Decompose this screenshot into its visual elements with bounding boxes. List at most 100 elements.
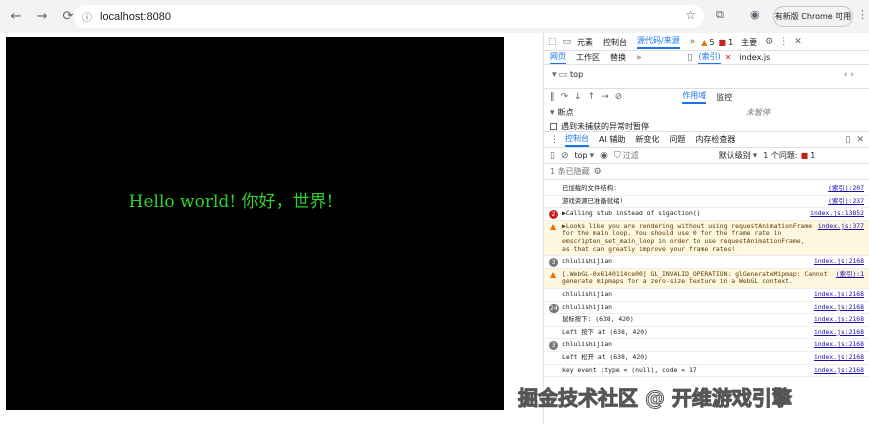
pause-icon[interactable]: ‖ — [550, 92, 555, 102]
devtools-tabbar: ⬚ ▭ 元素 控制台 源代码/来源 » ▲ 5 ■ 1 主要 ⚙ ⋮ ✕ — [544, 35, 869, 49]
hidden-messages-row: 1 条已隐藏 ⚙ — [544, 166, 869, 177]
close-devtools-icon[interactable]: ✕ — [794, 37, 802, 47]
drawer-tab-memory[interactable]: 内存检查器 — [695, 134, 735, 145]
console-warning[interactable]: ▲ [.WebGL-0x6140114ce00] GL_INVALID_OPERA… — [544, 268, 869, 289]
address-bar[interactable]: ⓘ localhost:8080 ☆ — [74, 5, 704, 28]
filter-input[interactable]: 过滤 — [623, 150, 719, 161]
levels-select[interactable]: 默认级别 — [719, 150, 751, 161]
console-message[interactable]: 已加载的文件结构: (索引):207 — [544, 183, 869, 196]
bookmark-star-icon[interactable]: ☆ — [685, 8, 696, 22]
context-dropdown-icon[interactable]: ▾ — [590, 151, 595, 161]
format-icon[interactable]: ‹ › — [844, 70, 854, 80]
drawer-tab-changes[interactable]: 新变化 — [635, 134, 659, 145]
breakpoints-section[interactable]: ▾ 断点 未暂停 — [544, 107, 869, 118]
pause-uncaught-checkbox[interactable] — [550, 123, 557, 130]
console-message[interactable]: 游戏资源已准备就绪! (索引):237 — [544, 196, 869, 209]
profile-icon[interactable]: ◉ — [750, 8, 760, 21]
console-message[interactable]: key event :type = (null), code = 17 index… — [544, 365, 869, 378]
console-message[interactable]: Left 松开 at (638, 420) index.js:2168 — [544, 352, 869, 365]
console-message[interactable]: Left 按下 at (638, 420) index.js:2168 — [544, 327, 869, 340]
filter-icon: ⛉ — [614, 150, 621, 161]
file-tab-index[interactable]: (索引) — [698, 51, 721, 65]
drawer-tab-ai[interactable]: AI 辅助 — [599, 134, 625, 145]
console-message[interactable]: 2 ▶Calling stub instead of sigaction() ind… — [544, 208, 869, 221]
tab-sources[interactable]: 源代码/来源 — [637, 35, 680, 49]
message-text: Left 松开 at (638, 420) — [562, 352, 648, 361]
issues-count[interactable]: 1 — [810, 151, 815, 160]
tab-watch[interactable]: 监控 — [716, 92, 732, 103]
toggle-navigator-icon[interactable]: ▯ — [688, 53, 693, 63]
source-link[interactable]: index.js:2168 — [814, 341, 864, 349]
source-link[interactable]: index.js:2168 — [814, 290, 864, 299]
tab-scope[interactable]: 作用域 — [682, 90, 707, 104]
tree-top-row[interactable]: ▾ ▭ top ‹ › — [544, 69, 869, 80]
inspect-icon[interactable]: ⬚ — [548, 37, 557, 47]
theme-label[interactable]: 主要 — [741, 37, 757, 48]
step-out-icon[interactable]: ↑ — [588, 92, 596, 102]
live-expression-icon[interactable]: ◉ — [600, 151, 608, 161]
breakpoints-label: 断点 — [557, 108, 574, 117]
clear-console-icon[interactable]: ⊘ — [561, 151, 569, 161]
update-chrome-button[interactable]: 有新版 Chrome 可用 — [773, 6, 853, 27]
tab-elements[interactable]: 元素 — [577, 37, 593, 48]
message-text: ▶Looks like you are rendering without us… — [562, 221, 816, 253]
tab-console[interactable]: 控制台 — [603, 37, 627, 48]
console-message[interactable]: 24 chlulishijian index.js:2168 — [544, 302, 869, 315]
drawer-tab-issues[interactable]: 问题 — [669, 134, 685, 145]
console-message[interactable]: chlulishijian index.js:2168 — [544, 289, 869, 302]
console-message[interactable]: 3 chlulishijian index.js:2168 — [544, 339, 869, 352]
back-button[interactable]: ← — [6, 7, 26, 27]
source-link[interactable]: (索引):207 — [828, 184, 864, 193]
game-canvas[interactable]: Hello world! 你好，世界! — [6, 37, 504, 410]
source-link[interactable]: index.js:377 — [818, 222, 864, 253]
device-toolbar-icon[interactable]: ▭ — [563, 37, 572, 47]
tree-top-label: top — [570, 70, 584, 79]
source-link[interactable]: index.js:2168 — [814, 328, 864, 337]
settings-icon[interactable]: ⚙ — [765, 37, 773, 47]
drawer-menu-icon[interactable]: ⋮ — [550, 135, 559, 145]
close-drawer-icon[interactable]: ✕ — [856, 135, 864, 145]
close-tab-icon[interactable]: ✕ — [725, 53, 732, 62]
source-link[interactable]: index.js:2168 — [814, 353, 864, 362]
file-tab-indexjs[interactable]: index.js — [739, 53, 770, 62]
source-link[interactable]: index.js:2168 — [814, 316, 864, 324]
warning-count[interactable]: 5 — [709, 38, 714, 47]
message-text: chlulishijian — [562, 257, 613, 266]
source-link[interactable]: index.js:13852 — [810, 210, 864, 218]
repeat-count-badge: 3 — [549, 341, 558, 351]
source-link[interactable]: index.js:2168 — [814, 258, 864, 266]
more-tabs-icon[interactable]: » — [690, 37, 696, 47]
menu-icon[interactable]: ⋮ — [857, 8, 868, 21]
console-settings-icon[interactable]: ⚙ — [594, 167, 602, 177]
source-link[interactable]: (索引):1 — [836, 270, 864, 286]
step-into-icon[interactable]: ↓ — [574, 92, 582, 102]
console-message[interactable]: 鼠标按下: (638, 420) index.js:2168 — [544, 314, 869, 327]
tab-overrides[interactable]: 替换 — [610, 52, 626, 63]
error-count[interactable]: 1 — [728, 38, 733, 47]
cast-icon[interactable]: ⧉ — [716, 8, 724, 22]
warning-icon: ▲ — [701, 37, 708, 47]
source-link[interactable]: index.js:2168 — [814, 366, 864, 375]
console-message[interactable]: 3 chlulishijian index.js:2168 — [544, 256, 869, 269]
source-link[interactable]: (索引):237 — [828, 197, 864, 206]
tab-workspace[interactable]: 工作区 — [576, 52, 600, 63]
site-info-icon[interactable]: ⓘ — [82, 9, 92, 24]
tab-page[interactable]: 网页 — [550, 51, 566, 65]
step-icon[interactable]: → — [601, 92, 609, 102]
dock-icon[interactable]: ▯ — [846, 135, 851, 145]
warning-icon: ▲ — [550, 269, 557, 279]
levels-dropdown-icon[interactable]: ▾ — [753, 151, 758, 161]
more-icon[interactable]: » — [636, 53, 642, 63]
context-select[interactable]: top — [575, 151, 588, 160]
url-text: localhost:8080 — [100, 10, 171, 23]
drawer-tabs: ⋮ 控制台 AI 辅助 新变化 问题 内存检查器 ▯ ✕ — [544, 133, 869, 147]
source-link[interactable]: index.js:2168 — [814, 303, 864, 312]
more-options-icon[interactable]: ⋮ — [779, 37, 788, 47]
console-warning[interactable]: ▲ ▶Looks like you are rendering without u… — [544, 220, 869, 257]
sidebar-toggle-icon[interactable]: ▯ — [550, 151, 555, 161]
deactivate-breakpoints-icon[interactable]: ⊘ — [615, 92, 623, 102]
step-over-icon[interactable]: ↷ — [561, 92, 569, 102]
drawer-tab-console[interactable]: 控制台 — [565, 133, 589, 147]
issues-label[interactable]: 1 个问题: — [763, 150, 797, 161]
forward-button[interactable]: → — [32, 7, 52, 27]
